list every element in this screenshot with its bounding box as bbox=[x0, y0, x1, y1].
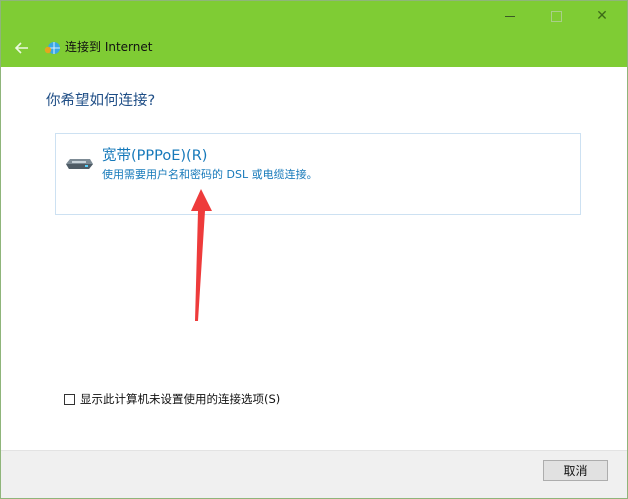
broadband-modem-icon bbox=[66, 159, 93, 169]
connection-prompt-heading: 你希望如何连接? bbox=[46, 93, 156, 109]
maximize-button[interactable] bbox=[533, 1, 579, 31]
back-button[interactable] bbox=[11, 37, 33, 59]
title-bar: ✕ 连接到 Internet bbox=[1, 1, 627, 67]
network-globe-icon bbox=[44, 42, 60, 54]
window-title: 连接到 Internet bbox=[65, 40, 153, 54]
close-button[interactable]: ✕ bbox=[579, 1, 625, 31]
dialog-footer bbox=[1, 450, 627, 498]
red-arrow-icon bbox=[191, 189, 212, 321]
option-title: 宽带(PPPoE)(R) bbox=[102, 148, 208, 164]
checkbox-label: 显示此计算机未设置使用的连接选项(S) bbox=[80, 392, 281, 406]
broadband-pppoe-option[interactable]: 宽带(PPPoE)(R) 使用需要用户名和密码的 DSL 或电缆连接。 bbox=[55, 133, 581, 215]
maximize-icon bbox=[550, 10, 562, 22]
minimize-icon bbox=[505, 15, 515, 17]
back-arrow-icon bbox=[14, 42, 28, 54]
option-description: 使用需要用户名和密码的 DSL 或电缆连接。 bbox=[102, 168, 318, 181]
show-unconfigured-options-checkbox[interactable] bbox=[64, 393, 75, 405]
connect-internet-window: ✕ 连接到 Internet 你希望如何连接? 宽带(PPPoE)(R) 使用需… bbox=[0, 0, 628, 499]
cancel-button[interactable]: 取消 bbox=[543, 460, 608, 481]
show-unconfigured-options-checkbox-row[interactable]: 显示此计算机未设置使用的连接选项(S) bbox=[64, 391, 280, 407]
minimize-button[interactable] bbox=[487, 1, 533, 31]
close-icon: ✕ bbox=[596, 8, 608, 24]
